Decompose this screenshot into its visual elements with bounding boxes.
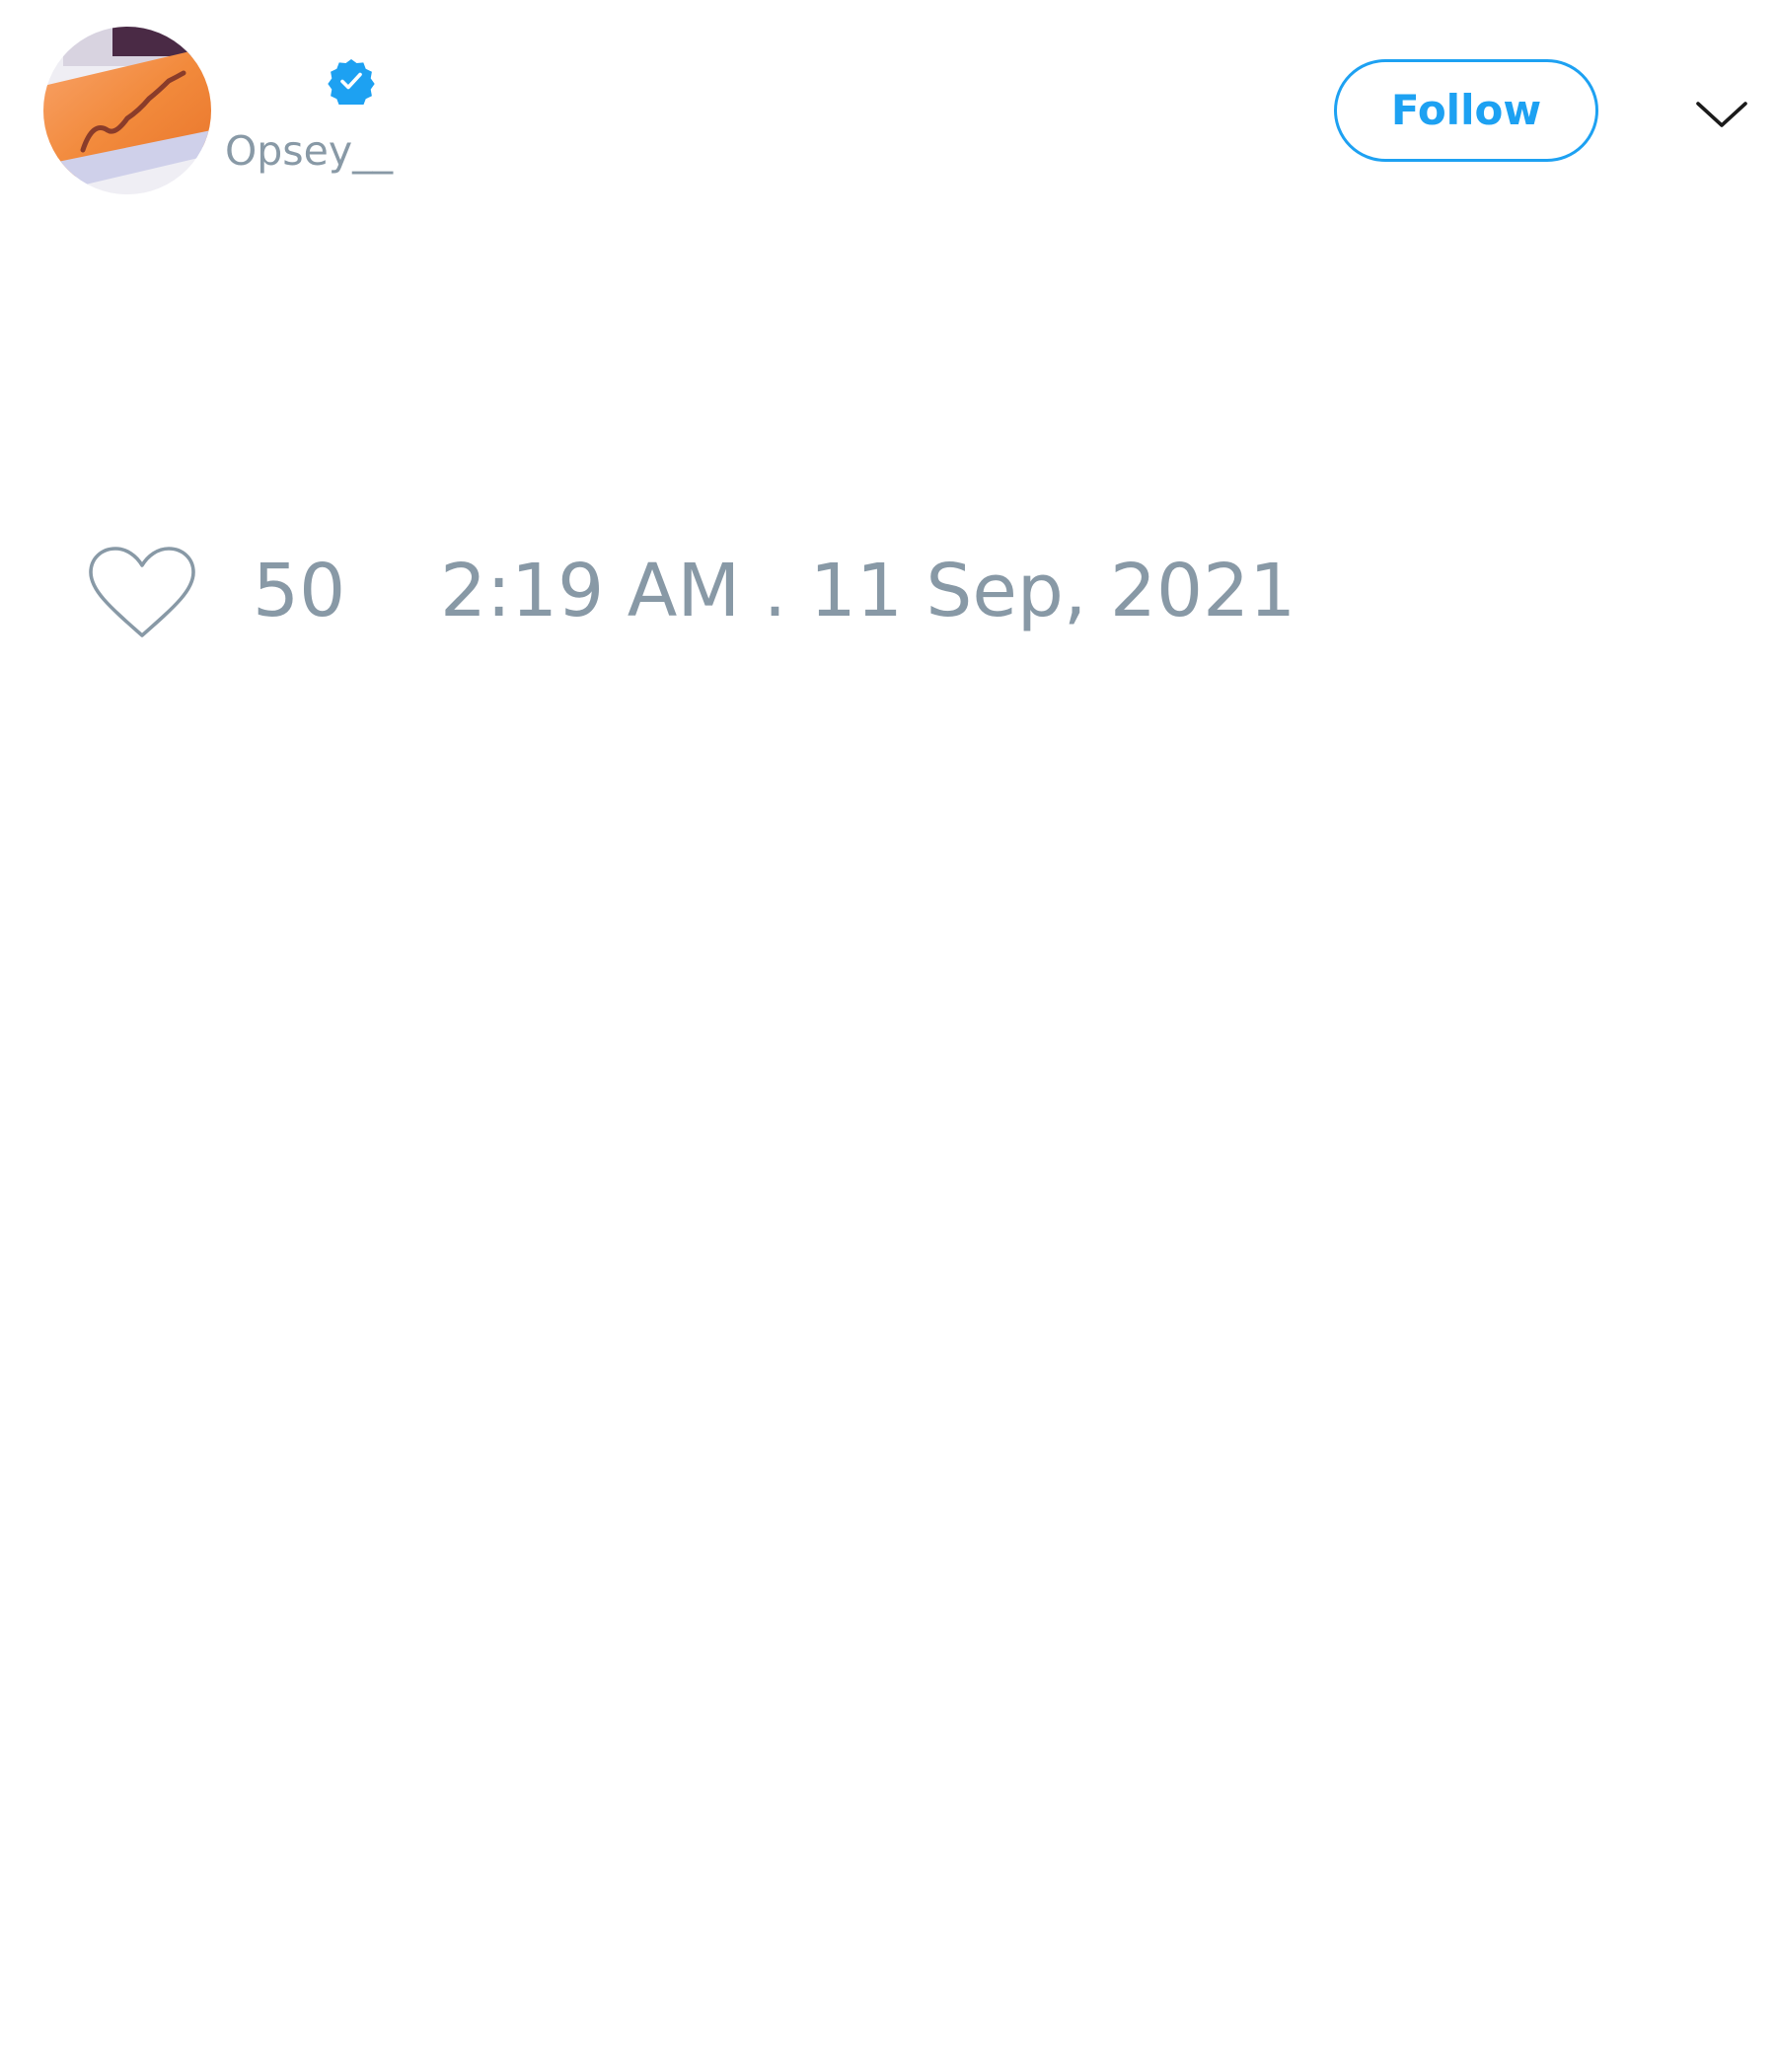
avatar-image xyxy=(43,27,211,194)
tweet-card: Opsey__ Follow 50 2:19 AM . 11 Sep, 2021 xyxy=(0,0,1776,2072)
tweet-footer: 50 2:19 AM . 11 Sep, 2021 xyxy=(0,523,1776,661)
author-handle[interactable]: Opsey__ xyxy=(225,126,393,176)
heart-icon[interactable] xyxy=(87,545,197,643)
tweet-header: Opsey__ Follow xyxy=(0,0,1776,227)
follow-button[interactable]: Follow xyxy=(1334,59,1598,162)
tweet-timestamp[interactable]: 2:19 AM . 11 Sep, 2021 xyxy=(440,547,1295,635)
avatar[interactable] xyxy=(43,27,211,194)
verified-badge-icon xyxy=(328,59,375,105)
like-count: 50 xyxy=(253,549,346,633)
chevron-down-icon[interactable] xyxy=(1692,84,1751,143)
